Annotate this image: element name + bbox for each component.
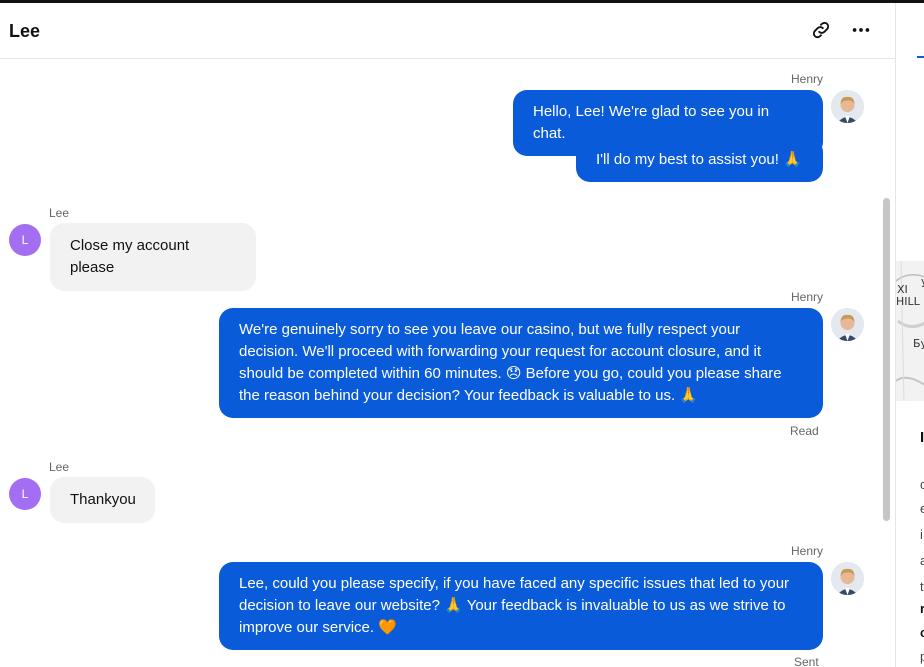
map-label: HILL (896, 295, 920, 308)
right-side-panel: у ХІ HILL Бу I c e i a t r c p (895, 3, 924, 667)
message-bubble-incoming: Thankyou (50, 477, 155, 523)
message-bubble-outgoing: Lee, could you please specify, if you ha… (219, 562, 823, 650)
message-status: Sent (794, 655, 819, 667)
message-bubble-incoming: Close my account please (50, 223, 256, 291)
message-bubble-outgoing: I'll do my best to assist you! 🙏 (576, 138, 823, 182)
more-options-icon[interactable] (850, 19, 872, 41)
agent-avatar (831, 90, 864, 123)
active-tab-indicator (917, 56, 924, 58)
message-status: Read (790, 424, 819, 438)
panel-text: r (920, 601, 924, 616)
message-sender-name: Henry (790, 72, 823, 86)
user-avatar: L (9, 224, 41, 256)
user-avatar: L (9, 478, 41, 510)
chat-header: Lee (0, 3, 895, 59)
agent-avatar (831, 308, 864, 341)
link-icon[interactable] (810, 19, 832, 41)
panel-text: i (920, 527, 923, 542)
agent-avatar (831, 562, 864, 595)
chat-scrollbar[interactable] (883, 198, 890, 521)
map-label: Бу (913, 337, 924, 350)
message-sender-name: Henry (790, 290, 823, 304)
panel-text: c (920, 625, 924, 640)
panel-text: e (920, 501, 924, 516)
panel-text: I (920, 429, 924, 446)
panel-text: p (920, 649, 924, 664)
panel-text: c (920, 477, 924, 492)
message-sender-name: Lee (49, 206, 70, 220)
map-thumbnail[interactable]: у ХІ HILL Бу (896, 261, 924, 401)
panel-text: a (920, 553, 924, 568)
message-bubble-outgoing: We're genuinely sorry to see you leave o… (219, 308, 823, 418)
chat-messages-area[interactable]: Henry Hello, Lee! We're glad to see you … (0, 59, 895, 667)
chat-title: Lee (9, 21, 41, 41)
panel-text: t (920, 579, 924, 594)
message-sender-name: Henry (790, 544, 823, 558)
message-sender-name: Lee (49, 460, 70, 474)
